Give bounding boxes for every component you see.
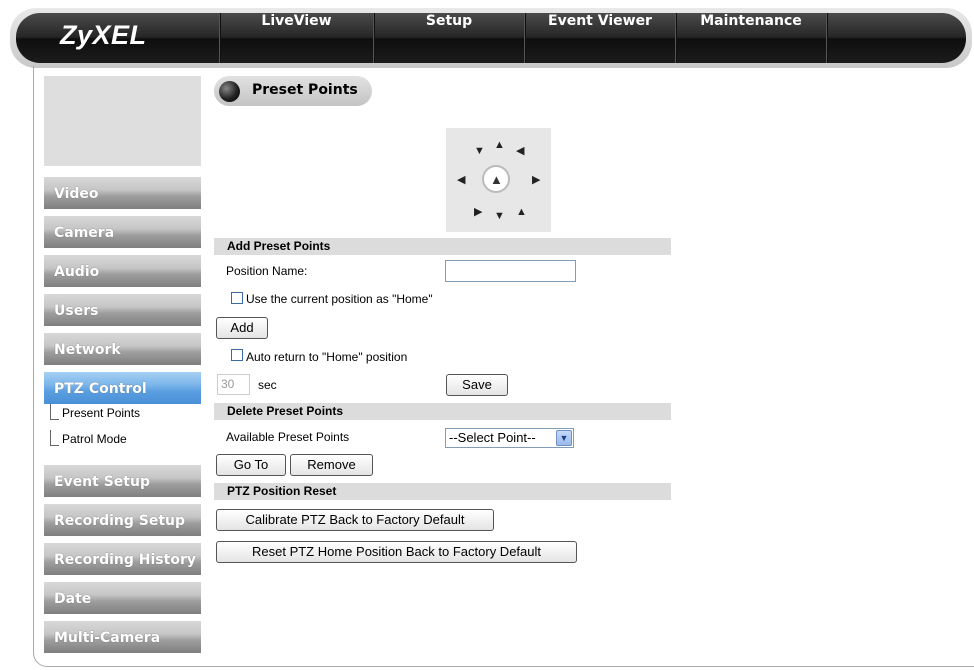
available-points-label: Available Preset Points bbox=[226, 430, 350, 444]
sidebar-item-multi-camera[interactable]: Multi-Camera bbox=[44, 621, 201, 653]
seconds-unit-label: sec bbox=[258, 378, 277, 392]
auto-return-label: Auto return to "Home" position bbox=[246, 350, 408, 364]
add-preset-header: Add Preset Points bbox=[214, 238, 671, 255]
nav-setup[interactable]: Setup bbox=[373, 13, 524, 63]
sidebar-item-recording-setup[interactable]: Recording Setup bbox=[44, 504, 201, 536]
sidebar-item-network[interactable]: Network bbox=[44, 333, 201, 365]
arrow-down-left-icon[interactable]: ▶ bbox=[474, 207, 482, 218]
sidebar: Video Camera Audio Users Network PTZ Con… bbox=[44, 76, 201, 660]
ptz-direction-pad: ▼ ▲ ◀ ◀ ▲ ▶ ▶ ▼ ▲ bbox=[446, 128, 551, 232]
goto-button[interactable]: Go To bbox=[216, 454, 286, 476]
tree-line bbox=[50, 419, 59, 420]
add-button[interactable]: Add bbox=[216, 317, 268, 339]
arrow-right-icon[interactable]: ▶ bbox=[532, 175, 540, 186]
tree-line bbox=[50, 404, 51, 420]
reset-ptz-home-button[interactable]: Reset PTZ Home Position Back to Factory … bbox=[216, 541, 577, 563]
sidebar-item-users[interactable]: Users bbox=[44, 294, 201, 326]
ptz-submenu: Present Points Patrol Mode bbox=[44, 404, 201, 458]
sidebar-item-date[interactable]: Date bbox=[44, 582, 201, 614]
tree-line bbox=[50, 430, 51, 446]
arrow-up-left-icon[interactable]: ▼ bbox=[474, 146, 485, 157]
delete-preset-header: Delete Preset Points bbox=[214, 403, 671, 420]
use-current-home-checkbox[interactable] bbox=[231, 292, 243, 304]
tree-line bbox=[50, 445, 59, 446]
position-name-input[interactable] bbox=[445, 260, 576, 282]
chevron-down-icon[interactable]: ▼ bbox=[556, 430, 572, 446]
auto-return-checkbox[interactable] bbox=[231, 349, 243, 361]
position-name-label: Position Name: bbox=[226, 264, 308, 278]
sidebar-item-audio[interactable]: Audio bbox=[44, 255, 201, 287]
nav-liveview[interactable]: LiveView bbox=[219, 13, 373, 63]
sidebar-item-ptz-control[interactable]: PTZ Control bbox=[44, 372, 201, 404]
submenu-item-label: Present Points bbox=[62, 406, 141, 420]
arrow-up-right-icon[interactable]: ◀ bbox=[516, 146, 524, 157]
zyxel-logo: ZyXEL bbox=[60, 20, 147, 50]
sidebar-blank-area bbox=[44, 76, 201, 166]
home-icon: ▲ bbox=[490, 172, 503, 187]
ptz-reset-header: PTZ Position Reset bbox=[214, 483, 671, 500]
top-bar: ZyXEL LiveView Setup Event Viewer Mainte… bbox=[10, 8, 972, 68]
arrow-down-right-icon[interactable]: ▲ bbox=[516, 207, 527, 218]
top-bar-inner: ZyXEL LiveView Setup Event Viewer Mainte… bbox=[16, 13, 966, 63]
home-button[interactable]: ▲ bbox=[482, 165, 510, 193]
nav-empty-slot bbox=[826, 13, 966, 63]
preset-point-select[interactable]: --Select Point-- ▼ bbox=[445, 428, 574, 448]
arrow-left-icon[interactable]: ◀ bbox=[457, 175, 465, 186]
nav-event-viewer[interactable]: Event Viewer bbox=[524, 13, 675, 63]
calibrate-ptz-button[interactable]: Calibrate PTZ Back to Factory Default bbox=[216, 509, 494, 531]
arrow-down-icon[interactable]: ▼ bbox=[494, 211, 505, 222]
return-seconds-input[interactable]: 30 bbox=[217, 374, 250, 395]
sidebar-item-event-setup[interactable]: Event Setup bbox=[44, 465, 201, 497]
main-nav: LiveView Setup Event Viewer Maintenance bbox=[219, 13, 966, 63]
remove-button[interactable]: Remove bbox=[290, 454, 373, 476]
select-value: --Select Point-- bbox=[449, 430, 536, 445]
sidebar-item-camera[interactable]: Camera bbox=[44, 216, 201, 248]
save-button[interactable]: Save bbox=[446, 374, 508, 396]
use-current-home-label: Use the current position as "Home" bbox=[246, 292, 433, 306]
submenu-item-patrol-mode[interactable]: Patrol Mode bbox=[44, 430, 201, 458]
submenu-item-present-points[interactable]: Present Points bbox=[44, 404, 201, 432]
bullet-ball-icon bbox=[219, 81, 240, 102]
submenu-item-label: Patrol Mode bbox=[62, 432, 127, 446]
sidebar-item-video[interactable]: Video bbox=[44, 177, 201, 209]
nav-maintenance[interactable]: Maintenance bbox=[675, 13, 826, 63]
page-title: Preset Points bbox=[252, 82, 358, 98]
sidebar-item-recording-history[interactable]: Recording History bbox=[44, 543, 201, 575]
page-title-pill: Preset Points bbox=[214, 76, 372, 106]
arrow-up-icon[interactable]: ▲ bbox=[494, 140, 505, 151]
